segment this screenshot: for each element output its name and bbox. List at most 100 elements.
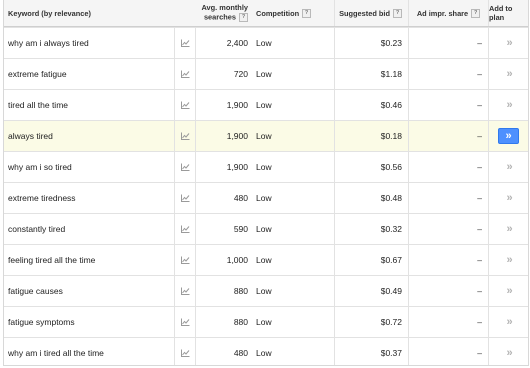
table-body: why am i always tired 2,400 Low $0.23 – … <box>4 27 528 365</box>
competition-cell: Low <box>252 90 335 120</box>
add-to-plan-icon[interactable]: » <box>506 161 512 173</box>
keyword-cell: why am i tired all the time <box>4 338 174 365</box>
avg-monthly-searches-value: 480 <box>233 193 248 203</box>
column-header-add-to-plan: Add to plan <box>489 0 528 26</box>
add-to-plan-cell[interactable]: » <box>489 183 528 213</box>
avg-monthly-searches-cell: 480 <box>196 183 252 213</box>
add-to-plan-cell[interactable]: » <box>489 214 528 244</box>
column-header-trend <box>174 0 196 26</box>
ad-impr-share-value: – <box>477 38 482 48</box>
trend-chart-icon[interactable] <box>174 152 196 182</box>
keyword-text: extreme tiredness <box>8 193 76 203</box>
keyword-text: fatigue causes <box>8 286 63 296</box>
help-icon[interactable]: ? <box>239 12 248 22</box>
add-to-plan-icon[interactable]: » <box>506 316 512 328</box>
suggested-bid-value: $0.32 <box>380 224 402 234</box>
competition-cell: Low <box>252 276 335 306</box>
keyword-cell: why am i always tired <box>4 28 174 58</box>
avg-monthly-searches-cell: 1,900 <box>196 152 252 182</box>
add-to-plan-cell[interactable]: » <box>489 338 528 365</box>
ad-impr-share-value: – <box>477 348 482 358</box>
avg-monthly-searches-cell: 1,900 <box>196 90 252 120</box>
competition-value: Low <box>256 38 272 48</box>
suggested-bid-cell: $0.72 <box>335 307 409 337</box>
ad-impr-share-cell: – <box>409 245 489 275</box>
keyword-cell: constantly tired <box>4 214 174 244</box>
avg-monthly-searches-cell: 1,900 <box>196 121 252 151</box>
table-row: constantly tired 590 Low $0.32 – » <box>4 213 528 244</box>
suggested-bid-cell: $0.49 <box>335 276 409 306</box>
add-to-plan-icon[interactable]: » <box>506 285 512 297</box>
column-header-avg-monthly-searches[interactable]: Avg. monthly searches? <box>196 0 252 26</box>
trend-chart-icon[interactable] <box>174 307 196 337</box>
suggested-bid-value: $0.46 <box>380 100 402 110</box>
help-icon[interactable]: ? <box>471 8 481 18</box>
ad-impr-share-value: – <box>477 193 482 203</box>
ad-impr-share-value: – <box>477 162 482 172</box>
add-to-plan-icon[interactable]: » <box>506 223 512 235</box>
keyword-text: feeling tired all the time <box>8 255 96 265</box>
help-icon[interactable]: ? <box>393 8 402 18</box>
table-row: why am i so tired 1,900 Low $0.56 – » <box>4 151 528 182</box>
competition-value: Low <box>256 193 272 203</box>
trend-chart-icon[interactable] <box>174 245 196 275</box>
add-to-plan-cell[interactable]: » <box>489 276 528 306</box>
add-to-plan-icon[interactable]: » <box>506 99 512 111</box>
add-to-plan-icon[interactable]: » <box>506 37 512 49</box>
column-header-suggested-bid[interactable]: Suggested bid? <box>335 0 409 26</box>
column-header-keyword[interactable]: Keyword (by relevance) <box>4 0 174 26</box>
add-to-plan-cell[interactable]: » <box>489 245 528 275</box>
trend-chart-icon[interactable] <box>174 121 196 151</box>
add-to-plan-icon[interactable]: » <box>506 254 512 266</box>
trend-chart-icon[interactable] <box>174 28 196 58</box>
table-row: fatigue causes 880 Low $0.49 – » <box>4 275 528 306</box>
suggested-bid-value: $0.48 <box>380 193 402 203</box>
add-to-plan-icon[interactable]: » <box>506 347 512 359</box>
ad-impr-share-cell: – <box>409 152 489 182</box>
avg-monthly-searches-cell: 880 <box>196 307 252 337</box>
trend-chart-icon[interactable] <box>174 338 196 365</box>
add-to-plan-cell[interactable]: » <box>489 307 528 337</box>
suggested-bid-cell: $0.67 <box>335 245 409 275</box>
column-header-ad-impr-share[interactable]: Ad impr. share? <box>409 0 489 26</box>
suggested-bid-value: $0.23 <box>380 38 402 48</box>
avg-monthly-searches-value: 480 <box>233 348 248 358</box>
trend-chart-icon[interactable] <box>174 59 196 89</box>
trend-chart-icon[interactable] <box>174 183 196 213</box>
suggested-bid-value: $0.56 <box>380 162 402 172</box>
trend-chart-icon[interactable] <box>174 90 196 120</box>
add-to-plan-button[interactable]: » <box>498 128 519 144</box>
ad-impr-share-cell: – <box>409 183 489 213</box>
add-to-plan-cell[interactable]: » <box>489 28 528 58</box>
ad-impr-share-cell: – <box>409 307 489 337</box>
ad-impr-share-value: – <box>477 317 482 327</box>
add-to-plan-cell[interactable]: » <box>489 90 528 120</box>
add-to-plan-cell[interactable]: » <box>489 59 528 89</box>
table-row: always tired 1,900 Low $0.18 – » <box>4 120 528 151</box>
add-to-plan-cell[interactable]: » <box>489 121 528 151</box>
ad-impr-share-value: – <box>477 255 482 265</box>
keyword-text: tired all the time <box>8 100 68 110</box>
trend-chart-icon[interactable] <box>174 214 196 244</box>
help-icon[interactable]: ? <box>302 8 312 18</box>
competition-value: Low <box>256 131 272 141</box>
avg-monthly-searches-value: 1,900 <box>226 131 248 141</box>
column-header-add-to-plan-label: Add to plan <box>489 4 513 22</box>
table-row: extreme tiredness 480 Low $0.48 – » <box>4 182 528 213</box>
ad-impr-share-cell: – <box>409 59 489 89</box>
competition-cell: Low <box>252 307 335 337</box>
competition-value: Low <box>256 348 272 358</box>
competition-value: Low <box>256 224 272 234</box>
ad-impr-share-cell: – <box>409 214 489 244</box>
column-header-competition[interactable]: Competition? <box>252 0 335 26</box>
suggested-bid-value: $0.37 <box>380 348 402 358</box>
trend-chart-icon[interactable] <box>174 276 196 306</box>
suggested-bid-cell: $0.18 <box>335 121 409 151</box>
keyword-text: fatigue symptoms <box>8 317 75 327</box>
add-to-plan-cell[interactable]: » <box>489 152 528 182</box>
add-to-plan-icon[interactable]: » <box>506 192 512 204</box>
avg-monthly-searches-value: 1,900 <box>226 162 248 172</box>
competition-cell: Low <box>252 121 335 151</box>
column-header-suggested-bid-label: Suggested bid <box>339 8 390 18</box>
add-to-plan-icon[interactable]: » <box>506 68 512 80</box>
